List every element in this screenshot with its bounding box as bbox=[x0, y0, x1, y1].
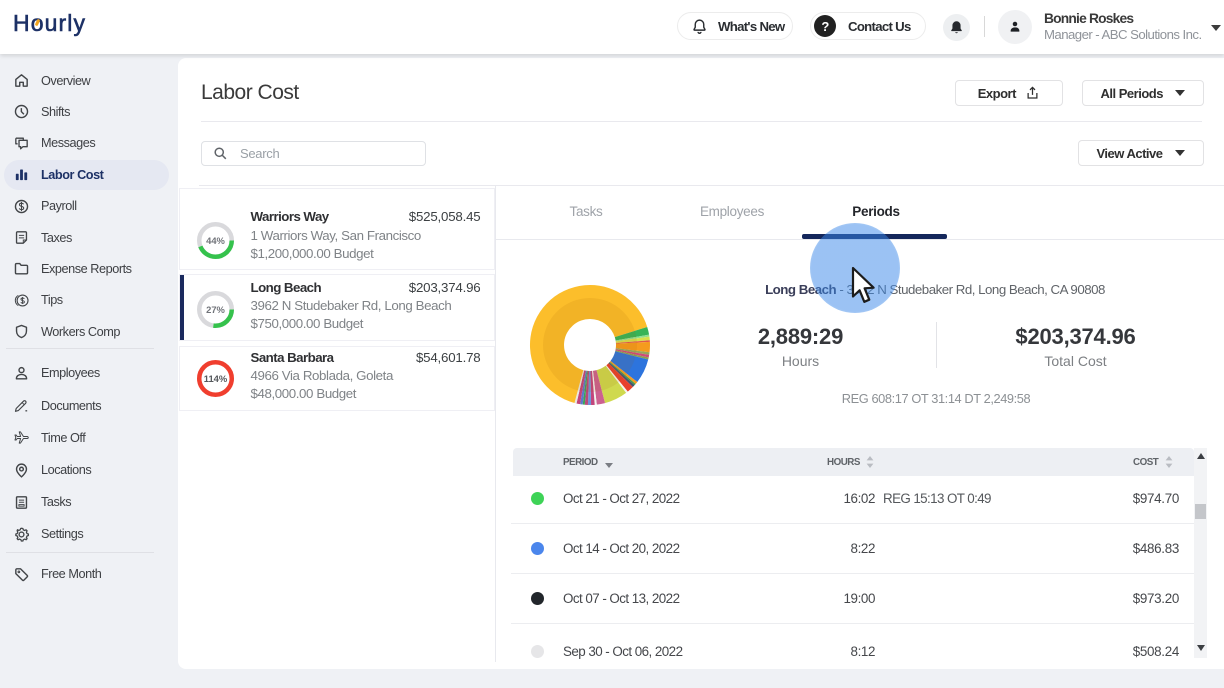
svg-text:44%: 44% bbox=[206, 235, 225, 246]
svg-text:27%: 27% bbox=[206, 305, 225, 316]
svg-text:114%: 114% bbox=[203, 373, 227, 384]
